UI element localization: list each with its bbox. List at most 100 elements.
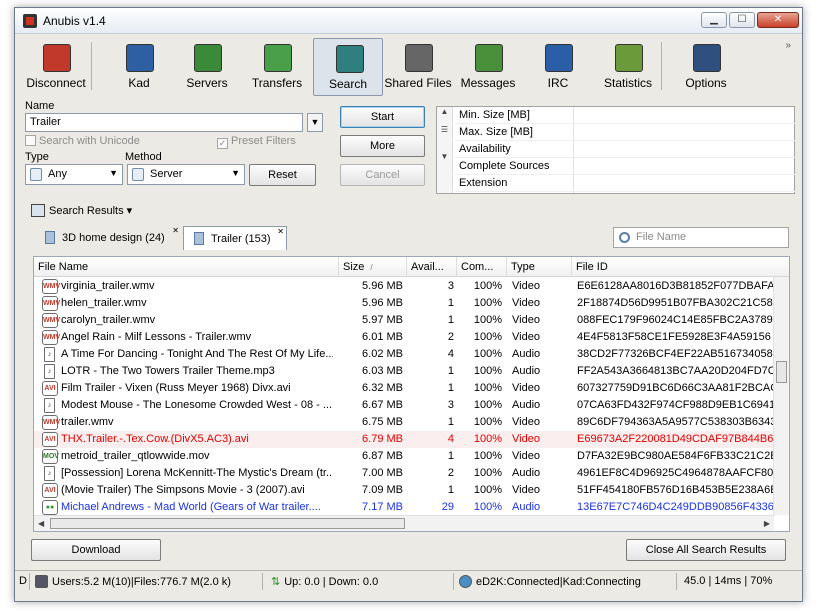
window-title: Anubis v1.4 [43,14,106,28]
cell-id: FF2A543A3664813BC7AA20D204FD7C9 [577,365,774,377]
sources-icon: ●● [42,500,58,515]
params-scrollbar[interactable]: ▲ ☰ ▼ [437,107,453,193]
scrollbar-thumb[interactable] [50,518,405,529]
cell-type: Video [512,416,540,428]
type-select[interactable]: Any ▼ [25,164,123,185]
network-globe-icon [459,575,472,588]
vertical-scrollbar[interactable] [773,277,789,515]
column-availability[interactable]: Avail... [407,257,457,277]
cell-avail: 1 [447,382,454,394]
table-row[interactable]: WMV carolyn_trailer.wmv 5.97 MB 1 100% Video 0… [34,312,774,329]
table-row[interactable]: WMV helen_trailer.wmv 5.96 MB 1 100% Video 2F1… [34,295,774,312]
close-button[interactable]: ✕ [757,12,799,28]
table-row[interactable]: WMV Angel Rain - Milf Lessons - Trailer.w… [34,329,774,346]
start-button[interactable]: Start [340,106,425,128]
table-row[interactable]: ♪ [Possession] Lorena McKennitt-The Mysti… [34,465,774,482]
toolbar-servers-button[interactable]: Servers [172,38,242,96]
toolbar-label: Kad [128,76,150,90]
table-row[interactable]: WMV trailer.wmv 6.75 MB 1 100% Video 89C6DF794… [34,414,774,431]
mov-file-icon: MOV [42,449,59,464]
horizontal-scrollbar[interactable]: ◀ ▶ [34,515,774,531]
checkbox-box[interactable] [25,135,36,146]
toolbar-search-button[interactable]: Search [313,38,383,96]
preset-filters-checkbox[interactable]: ✓ Preset Filters [217,135,296,149]
users-files-text: Users:5.2 M(10)|Files:776.7 M(2.0 k) [52,576,231,588]
table-row[interactable]: AVI Film Trailer - Vixen (Russ Meyer 1968… [34,380,774,397]
search-unicode-checkbox[interactable]: Search with Unicode [25,135,140,147]
toolbar-messages-button[interactable]: Messages [453,38,523,96]
search-param-row[interactable]: Complete Sources [455,158,795,175]
method-select[interactable]: Server ▼ [127,164,245,185]
toolbar-statistics-button[interactable]: Statistics [593,38,663,96]
reset-button[interactable]: Reset [249,164,316,186]
scroll-left-icon[interactable]: ◀ [38,519,44,528]
checkmark-icon[interactable]: ✓ [217,138,228,149]
status-divider [29,573,30,590]
toolbar-options-button[interactable]: Options [671,38,741,96]
close-tab-icon[interactable]: ✕ [172,226,179,235]
download-button[interactable]: Download [31,539,161,561]
avi-file-icon: AVI [42,483,58,498]
cell-complete: 100% [473,297,502,309]
toolbar-irc-button[interactable]: IRC [523,38,593,96]
title-bar[interactable]: Anubis v1.4 ▁ ☐ ✕ [15,8,802,34]
cell-avail: 3 [447,280,454,292]
table-row[interactable]: AVI (Movie Trailer) The Simpsons Movie - … [34,482,774,499]
search-param-row[interactable]: Min. Size [MB] [455,107,795,124]
column-complete[interactable]: Com... [457,257,507,277]
cell-type: Video [512,314,540,326]
cell-complete: 100% [473,365,502,377]
cell-id: 51FF454180FB576D16B453B5E238A6E [577,484,774,496]
close-tab-icon[interactable]: ✕ [277,227,284,236]
table-row[interactable]: MOV metroid_trailer_qtlowwide.mov 6.87 MB 1… [34,448,774,465]
column-file-id[interactable]: File ID [572,257,789,277]
column-label: Avail... [411,261,444,273]
toolbar-transfers-button[interactable]: Transfers [242,38,312,96]
cell-type: Video [512,433,540,445]
toolbar-label: Messages [460,76,516,90]
table-row[interactable]: ♪ Modest Mouse - The Lonesome Crowded Wes… [34,397,774,414]
file-name-filter-input[interactable]: File Name [613,227,789,248]
cell-name: A Time For Dancing - Tonight And The Res… [61,348,333,360]
tab-trailer[interactable]: Trailer (153) ✕ [183,226,287,250]
toolbar-shared-files-button[interactable]: Shared Files [383,38,453,96]
cell-id: 07CA63FD432F974CF988D9EB1C69417 [577,399,774,411]
search-parameters-list[interactable]: ▲ ☰ ▼ Min. Size [MB] Max. Size [MB] Availabi… [436,106,795,194]
column-file-name[interactable]: File Name [34,257,339,277]
tab-3d-home-design[interactable]: 3D home design (24) ✕ [35,226,181,250]
name-input[interactable]: Trailer [25,113,303,132]
shared-files-icon [405,44,433,72]
search-results-table[interactable]: File Name Size / Avail... Com... Type Fil… [33,256,790,532]
scrollbar-thumb[interactable] [776,361,787,383]
name-history-dropdown[interactable]: ▼ [307,113,323,132]
table-row[interactable]: AVI THX.Trailer.-.Tex.Cow.(DivX5.AC3).avi… [34,431,774,448]
cell-id: 13E67E7C746D4C249DDB90856F43362 [577,501,774,513]
cell-size: 5.96 MB [362,280,403,292]
cell-type: Video [512,382,540,394]
status-extra: 45.0 | 14ms | 70% [684,575,773,587]
table-row[interactable]: ♪ A Time For Dancing - Tonight And The Re… [34,346,774,363]
column-size[interactable]: Size / [339,257,407,277]
table-row[interactable]: ♪ LOTR - The Two Towers Trailer Theme.mp3… [34,363,774,380]
maximize-button[interactable]: ☐ [729,12,755,28]
table-row[interactable]: WMV virginia_trailer.wmv 5.96 MB 3 100% Video… [34,278,774,295]
column-type[interactable]: Type [507,257,572,277]
toolbar-kad-button[interactable]: Kad [104,38,174,96]
type-label: Type [25,151,49,163]
search-param-row[interactable]: Max. Size [MB] [455,124,795,141]
table-row[interactable]: ●● Michael Andrews - Mad World (Gears of … [34,499,774,516]
more-button[interactable]: More [340,135,425,157]
name-label: Name [25,100,55,112]
minimize-button[interactable]: ▁ [701,12,727,28]
toolbar-overflow-icon[interactable]: » [785,40,791,51]
search-results-header[interactable]: Search Results ▾ [31,204,132,220]
search-param-row[interactable]: Availability [455,141,795,158]
close-all-results-button[interactable]: Close All Search Results [626,539,786,561]
search-param-row[interactable]: Extension [455,175,795,192]
cell-size: 5.96 MB [362,297,403,309]
cell-name: virginia_trailer.wmv [61,280,155,292]
toolbar-disconnect-button[interactable]: Disconnect [21,38,91,96]
audio-file-icon: ♪ [44,364,55,379]
scroll-right-icon[interactable]: ▶ [764,519,770,528]
search-icon [336,45,364,73]
